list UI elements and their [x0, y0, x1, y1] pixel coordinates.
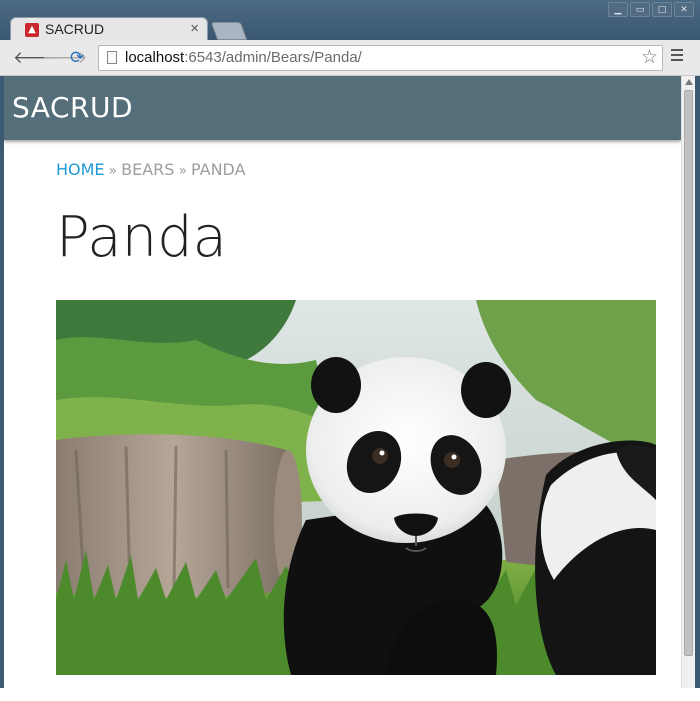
- breadcrumb-panda: PANDA: [191, 160, 246, 179]
- brand-logo[interactable]: SACRUD: [12, 91, 133, 124]
- scrollbar-thumb[interactable]: [684, 90, 693, 656]
- title-bar: ▁ ▭ □ ✕ ▲ SACRUD ×: [0, 0, 700, 41]
- url-path: :6543/admin/Bears/Panda/: [184, 49, 362, 66]
- hamburger-menu-icon[interactable]: [671, 49, 683, 64]
- tab-title: SACRUD: [45, 21, 105, 37]
- minimize-icon[interactable]: ▁: [608, 2, 628, 17]
- breadcrumb: HOME» BEARS» PANDA: [56, 160, 246, 179]
- star-icon[interactable]: ☆: [641, 46, 658, 68]
- breadcrumb-separator: »: [178, 163, 188, 179]
- window-border: [695, 76, 700, 688]
- page-viewport: SACRUD HOME» BEARS» PANDA Panda: [4, 76, 681, 688]
- breadcrumb-home-link[interactable]: HOME: [56, 160, 105, 179]
- window-controls: ▁ ▭ □ ✕: [608, 2, 694, 17]
- url-text[interactable]: localhost:6543/admin/Bears/Panda/: [125, 49, 362, 66]
- sacrud-favicon-icon: ▲: [25, 23, 39, 37]
- address-bar[interactable]: localhost:6543/admin/Bears/Panda/ ☆: [98, 45, 663, 71]
- breadcrumb-bears: BEARS: [121, 160, 175, 179]
- reload-icon[interactable]: ⟳: [70, 48, 84, 68]
- page-title: Panda: [56, 205, 227, 270]
- browser-tab[interactable]: ▲ SACRUD ×: [10, 17, 208, 41]
- restore-icon[interactable]: ▭: [630, 2, 650, 17]
- vertical-scrollbar[interactable]: [681, 76, 695, 688]
- close-window-icon[interactable]: ✕: [674, 2, 694, 17]
- app-header: SACRUD: [4, 76, 681, 140]
- breadcrumb-separator: »: [108, 163, 118, 179]
- new-tab-button[interactable]: [210, 22, 248, 40]
- tab-close-icon[interactable]: ×: [190, 20, 199, 37]
- url-host: localhost: [125, 49, 185, 66]
- page-icon: [107, 51, 117, 64]
- browser-toolbar: 🡐 🡒 ⟳ localhost:6543/admin/Bears/Panda/ …: [0, 40, 700, 76]
- panda-photo: [56, 300, 656, 675]
- maximize-icon[interactable]: □: [652, 2, 672, 17]
- scroll-up-arrow-icon[interactable]: [685, 79, 693, 85]
